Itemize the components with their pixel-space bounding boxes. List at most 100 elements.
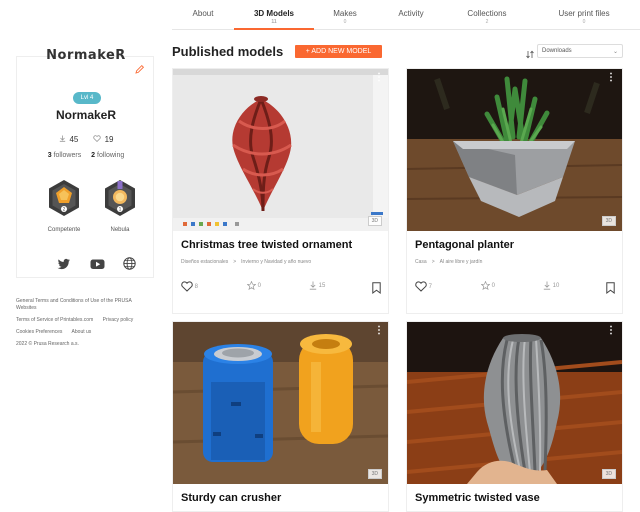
tab-label: Makes: [333, 9, 357, 18]
model-thumbnail[interactable]: 3D: [173, 69, 388, 231]
footer-row: General Terms and Conditions of Use of t…: [16, 298, 156, 312]
model-title[interactable]: Sturdy can crusher: [181, 492, 281, 504]
terms-service-link[interactable]: Terms of Service of Printables.com: [16, 317, 93, 323]
globe-icon[interactable]: [123, 257, 137, 271]
like-button[interactable]: 7: [415, 281, 432, 292]
youtube-icon[interactable]: [90, 257, 105, 271]
model-thumbnail[interactable]: ⋮ 3D: [407, 69, 622, 231]
tab-label: User print files: [558, 9, 610, 18]
planter-photo-image: [407, 69, 622, 231]
tab-about[interactable]: About: [172, 0, 234, 30]
makes-stat[interactable]: 0: [480, 280, 496, 291]
subcategory-link[interactable]: Al aire libre y jardín: [440, 259, 483, 265]
tab-makes[interactable]: Makes 0: [314, 0, 376, 30]
tab-user-print-files[interactable]: User print files 0: [528, 0, 640, 30]
makes-count: 0: [257, 283, 262, 290]
bookmark-icon[interactable]: [372, 281, 381, 299]
subcategory-link[interactable]: Invierno y Navidad y año nuevo: [241, 259, 311, 265]
kebab-menu-icon[interactable]: ⋮: [606, 326, 616, 336]
model-thumbnail[interactable]: 3D: [173, 322, 388, 484]
model-card[interactable]: 3D Sturdy can crusher: [172, 321, 389, 512]
ornament-render-image: [173, 69, 388, 231]
kebab-menu-icon[interactable]: ⋮: [374, 72, 384, 83]
following-count: 2: [91, 152, 96, 159]
tab-activity[interactable]: Activity: [376, 0, 446, 30]
can-crusher-photo-image: [173, 322, 388, 484]
svg-text:2: 2: [63, 207, 66, 212]
profile-name: NormakeR: [55, 108, 117, 122]
download-icon: [309, 281, 317, 290]
profile-stats: 45 19: [17, 135, 155, 144]
terms-general-link[interactable]: General Terms and Conditions of Use of t…: [16, 298, 132, 311]
sort-select[interactable]: Downloads ⌄: [537, 44, 623, 58]
download-count: 15: [318, 283, 326, 290]
tab-label: 3D Models: [253, 9, 294, 18]
model-card[interactable]: ⋮ 3D Pentagonal planter Casa > Al aire lib…: [406, 68, 623, 314]
privacy-link[interactable]: Privacy policy: [103, 317, 134, 323]
like-button[interactable]: 8: [181, 281, 198, 292]
followers-link[interactable]: 3 followers: [48, 152, 81, 159]
download-icon: [59, 135, 68, 144]
3d-tag: 3D: [367, 216, 382, 226]
tab-collections[interactable]: Collections 2: [446, 0, 528, 30]
card-actions: 7 0 10: [415, 280, 615, 295]
badge-nebula[interactable]: 1 Nebula: [101, 179, 139, 233]
category-link[interactable]: Diseños estacionales: [181, 259, 228, 265]
3d-tag: 3D: [367, 469, 382, 479]
bookmark-icon[interactable]: [606, 281, 615, 299]
cookies-link[interactable]: Cookies Preferences: [16, 329, 62, 335]
social-links: [57, 257, 137, 271]
like-count: 8: [194, 284, 199, 291]
3d-tag: 3D: [601, 216, 616, 226]
like-count: 7: [428, 284, 433, 291]
badge-label: Competente: [47, 227, 81, 233]
makes-stat[interactable]: 0: [246, 280, 262, 291]
tab-count: 0: [582, 19, 586, 25]
profile-tabs: About 3D Models 11 Makes 0 Activity Coll…: [172, 0, 640, 30]
tab-label: About: [192, 9, 214, 18]
following-link[interactable]: 2 following: [91, 152, 124, 159]
downloads-stat: 15: [309, 281, 325, 290]
hexagon-badge-icon: 1: [105, 180, 135, 216]
model-thumbnail[interactable]: ⋮ 3D: [407, 322, 622, 484]
star-icon: [246, 280, 257, 291]
profile-card: NormakeR Lvl 4 NormakeR 45 19 3 follower…: [16, 48, 155, 278]
category-link[interactable]: Casa: [415, 259, 427, 265]
breadcrumb-separator: >: [431, 259, 435, 265]
model-card[interactable]: 3D Christmas tree twisted ornament Diseñ…: [172, 68, 389, 314]
about-link[interactable]: About us: [72, 329, 92, 335]
svg-text:1: 1: [119, 207, 122, 212]
breadcrumb: Diseños estacionales > Invierno y Navidad …: [181, 259, 311, 265]
twitter-icon[interactable]: [57, 257, 71, 271]
follow-stats: 3 followers 2 following: [17, 152, 155, 159]
add-new-model-button[interactable]: + ADD NEW MODEL: [295, 45, 382, 58]
model-title[interactable]: Symmetric twisted vase: [415, 492, 540, 504]
sort-icon: [526, 46, 534, 59]
kebab-menu-icon[interactable]: ⋮: [374, 325, 384, 336]
model-card[interactable]: ⋮ 3D Symmetric twisted vase: [406, 321, 623, 512]
followers-count: 3: [47, 152, 52, 159]
heart-icon: [92, 135, 103, 144]
breadcrumb: Casa > Al aire libre y jardín: [415, 259, 482, 265]
heart-icon: [415, 281, 427, 292]
tab-3d-models[interactable]: 3D Models 11: [234, 0, 314, 30]
followers-label: followers: [53, 152, 82, 159]
3d-tag: 3D: [601, 469, 616, 479]
user-logo: NormakeR: [46, 48, 126, 63]
star-icon: [480, 280, 491, 291]
twisted-vase-photo-image: [407, 322, 622, 484]
model-title[interactable]: Pentagonal planter: [415, 239, 514, 251]
downloads-count: 45: [69, 135, 79, 144]
sort-value: Downloads: [542, 48, 572, 54]
tab-count: 2: [485, 19, 489, 25]
model-title[interactable]: Christmas tree twisted ornament: [181, 239, 352, 251]
page-title: Published models: [172, 44, 284, 59]
likes-count: 19: [104, 135, 114, 144]
badge-competente[interactable]: 2 Competente: [45, 179, 83, 233]
card-actions: 8 0 15: [181, 280, 381, 295]
makes-count: 0: [491, 283, 496, 290]
pencil-icon[interactable]: [135, 64, 145, 74]
badges: 2 Competente 1 Nebula: [43, 179, 143, 239]
download-icon: [543, 281, 551, 290]
kebab-menu-icon[interactable]: ⋮: [606, 73, 616, 83]
